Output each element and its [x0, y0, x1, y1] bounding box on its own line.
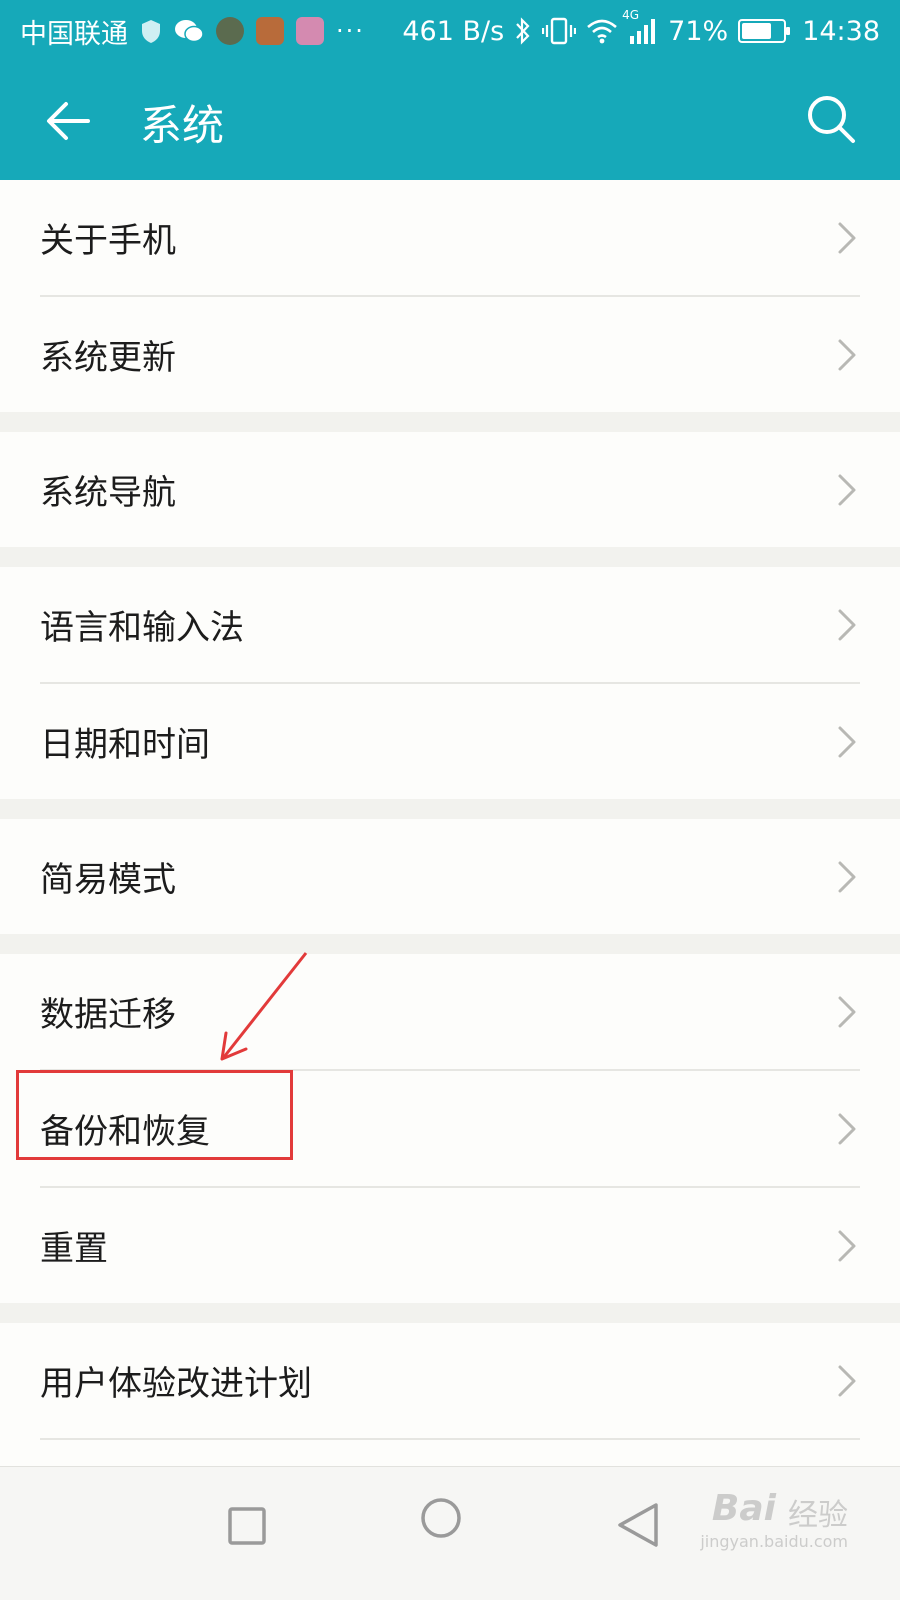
chevron-right-icon — [838, 1113, 856, 1145]
status-left: 中国联通 ··· — [20, 12, 402, 51]
settings-item[interactable]: 重置 — [0, 1188, 900, 1303]
watermark-brand-cn: 经验 — [788, 1498, 848, 1533]
vibrate-icon — [542, 17, 577, 45]
chevron-right-icon — [838, 1230, 856, 1262]
settings-item-label: 系统更新 — [40, 338, 176, 378]
battery-icon — [738, 19, 791, 43]
settings-item-label: 数据迁移 — [40, 995, 176, 1035]
battery-percent: 71% — [668, 15, 729, 47]
chevron-right-icon — [838, 1365, 856, 1397]
settings-item[interactable]: 语言和输入法 — [0, 567, 900, 682]
chevron-right-icon — [838, 609, 856, 641]
status-bar: 中国联通 ··· 461 B/s 4G 71% 14:38 — [0, 0, 900, 62]
chevron-right-icon — [838, 474, 856, 506]
settings-group: 系统导航 — [0, 432, 900, 547]
chevron-right-icon — [838, 996, 856, 1028]
watermark: Bai 经验 jingyan.baidu.com — [678, 1480, 848, 1552]
settings-group: 语言和输入法 日期和时间 — [0, 567, 900, 799]
settings-list: 关于手机 系统更新 系统导航 语言和输入法 日期和时间 简易模式 数据迁移 备份和恢复 重置 用户… — [0, 180, 900, 1575]
annotation-arrow — [220, 952, 308, 1061]
network-type: 4G — [622, 8, 640, 22]
page-title: 系统 — [140, 101, 225, 150]
home-icon[interactable] — [420, 1497, 480, 1557]
back-arrow-icon[interactable] — [44, 96, 94, 146]
wifi-icon — [587, 19, 618, 44]
settings-item-label: 用户体验改进计划 — [40, 1364, 312, 1404]
more-notifications-icon: ··· — [336, 17, 365, 45]
settings-item-label: 日期和时间 — [40, 725, 210, 765]
signal-group: 4G — [622, 8, 658, 44]
chevron-right-icon — [838, 726, 856, 758]
network-speed: 461 B/s — [402, 15, 505, 47]
clock: 14:38 — [802, 15, 880, 47]
shield-icon — [142, 20, 160, 43]
recent-apps-icon[interactable] — [218, 1497, 278, 1557]
settings-item-label: 系统导航 — [40, 473, 176, 513]
settings-item-label: 简易模式 — [40, 860, 176, 900]
settings-item-label: 重置 — [40, 1229, 108, 1269]
status-right: 461 B/s 4G 71% 14:38 — [402, 8, 880, 47]
settings-item[interactable]: 系统导航 — [0, 432, 900, 547]
highlight-box — [16, 1070, 293, 1160]
settings-item[interactable]: 用户体验改进计划 — [0, 1323, 900, 1438]
watermark-url: jingyan.baidu.com — [700, 1532, 848, 1551]
settings-group: 简易模式 — [0, 819, 900, 934]
nav-back-icon[interactable] — [612, 1497, 672, 1557]
app-notification-icon — [216, 17, 244, 45]
settings-item-label: 语言和输入法 — [40, 608, 244, 648]
settings-item[interactable]: 关于手机 — [0, 180, 900, 295]
search-icon[interactable] — [804, 92, 858, 146]
watermark-brand: Bai — [711, 1488, 776, 1529]
settings-item[interactable]: 系统更新 — [0, 297, 900, 412]
carrier-label: 中国联通 — [20, 18, 128, 50]
settings-item[interactable]: 简易模式 — [0, 819, 900, 934]
app-bar: 系统 — [0, 62, 900, 180]
settings-item[interactable]: 数据迁移 — [0, 954, 900, 1069]
wechat-icon — [175, 20, 204, 43]
chevron-right-icon — [838, 861, 856, 893]
bluetooth-icon — [516, 17, 530, 45]
chevron-right-icon — [838, 222, 856, 254]
settings-item[interactable]: 日期和时间 — [0, 684, 900, 799]
app-notification-icon — [296, 17, 324, 45]
settings-group: 关于手机 系统更新 — [0, 180, 900, 412]
app-notification-icon — [256, 17, 284, 45]
chevron-right-icon — [838, 339, 856, 371]
battery-fill — [742, 23, 771, 39]
settings-item-label: 关于手机 — [40, 221, 176, 261]
